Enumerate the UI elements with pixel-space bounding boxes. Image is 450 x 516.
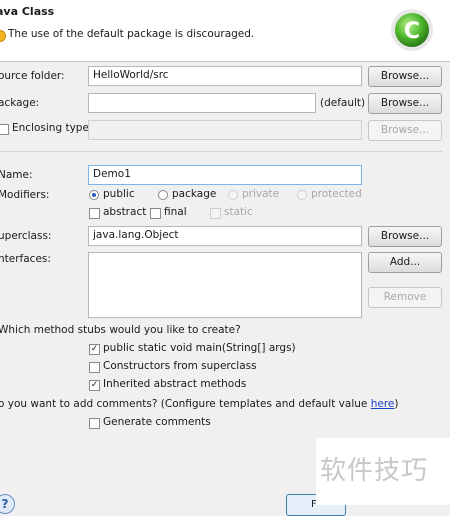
interfaces-label: nterfaces: [0,253,51,265]
modifier-protected-label: protected [311,188,362,200]
modifier-abstract-label: abstract [103,206,147,218]
source-folder-input[interactable]: HelloWorld/src [88,66,362,86]
modifier-package-radio[interactable] [158,190,168,200]
source-folder-browse-button[interactable]: Browse... [368,66,442,87]
stub-constructors-checkbox[interactable] [89,362,100,373]
help-icon[interactable]: ? [0,494,15,514]
enclosing-type-checkbox[interactable] [0,124,9,135]
stub-constructors-label: Constructors from superclass [103,360,257,372]
generate-comments-checkbox[interactable] [89,418,100,429]
package-browse-button[interactable]: Browse... [368,93,442,114]
stub-inherited-checkbox[interactable]: ✓ [89,380,100,391]
generate-comments-label: Generate comments [103,416,211,428]
modifier-private-radio[interactable] [228,190,238,200]
interfaces-remove-button[interactable]: Remove [368,287,442,308]
modifier-static-label: static [224,206,253,218]
enclosing-type-label: Enclosing type: [12,122,93,134]
interfaces-list[interactable] [88,252,362,318]
class-name-input[interactable]: Demo1 [88,165,362,185]
comments-question-suffix: ) [394,398,399,410]
modifier-public-label: public [103,188,135,200]
configure-templates-link[interactable]: here [371,398,395,410]
package-default-label: (default) [320,97,366,109]
modifier-static-checkbox[interactable] [210,208,221,219]
enclosing-type-browse-button[interactable]: Browse... [368,120,442,141]
stub-inherited-label: Inherited abstract methods [103,378,247,390]
interfaces-add-button[interactable]: Add... [368,252,442,273]
new-class-wizard-logo-icon: C [386,4,438,56]
name-label: Name: [0,169,33,181]
superclass-browse-button[interactable]: Browse... [368,226,442,247]
stub-main-checkbox[interactable]: ✓ [89,344,100,355]
modifier-final-checkbox[interactable] [150,208,161,219]
modifier-public-radio[interactable] [89,190,99,200]
source-folder-label: ource folder: [0,70,65,82]
superclass-label: uperclass: [0,230,52,242]
modifier-abstract-checkbox[interactable] [89,208,100,219]
divider [0,151,442,152]
enclosing-type-input[interactable] [88,120,362,140]
stub-main-label: public static void main(String[] args) [103,342,296,354]
dialog-title: ava Class [0,5,55,18]
superclass-input[interactable]: java.lang.Object [88,226,362,246]
modifier-final-label: final [164,206,187,218]
package-input[interactable] [88,93,316,113]
warning-message: The use of the default package is discou… [8,28,255,40]
comments-question: o you want to add comments? (Configure t… [0,398,398,410]
method-stubs-question: Which method stubs would you like to cre… [0,324,241,336]
modifiers-label: Modifiers: [0,189,50,201]
modifier-package-label: package [172,188,217,200]
comments-question-text: o you want to add comments? (Configure t… [0,398,371,410]
modifier-private-label: private [242,188,280,200]
logo-letter: C [404,19,420,44]
modifier-protected-radio[interactable] [297,190,307,200]
watermark-text: 软件技巧 [320,456,429,486]
package-label: ackage: [0,97,40,109]
